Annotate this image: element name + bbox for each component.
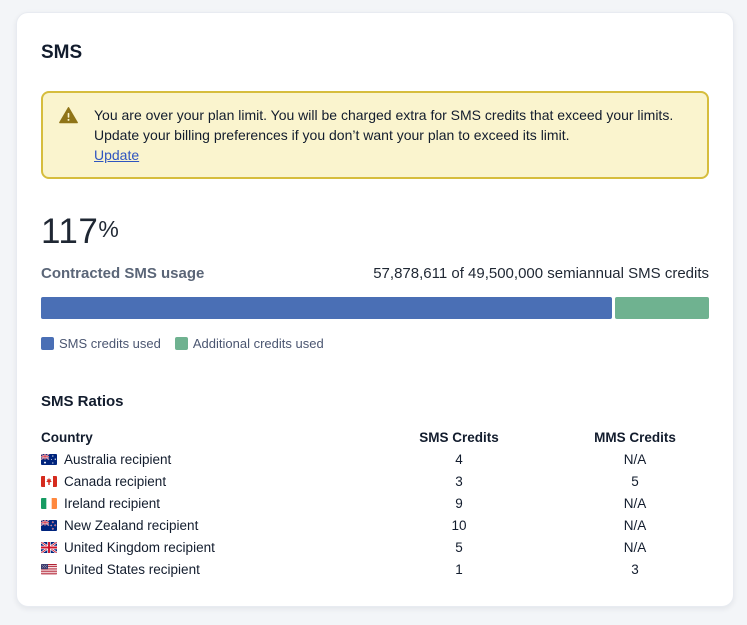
table-row: Ireland recipient 9 N/A [41, 492, 709, 514]
table-row: Canada recipient 3 5 [41, 470, 709, 492]
column-header-sms-credits: SMS Credits [357, 430, 561, 445]
flag-canada-icon [41, 476, 57, 487]
usage-percent-value: 117 [41, 212, 98, 251]
flag-new-zealand-icon [41, 520, 57, 531]
flag-australia-icon [41, 454, 57, 465]
mms-credits-value: N/A [561, 540, 709, 555]
bar-used [41, 297, 612, 319]
flag-united-states-icon [41, 564, 57, 575]
table-row: New Zealand recipient 10 N/A [41, 514, 709, 536]
column-header-country: Country [41, 430, 357, 445]
country-label: Canada recipient [64, 474, 166, 489]
table-row: United Kingdom recipient 5 N/A [41, 536, 709, 558]
alert-text: You are over your plan limit. You will b… [94, 105, 691, 145]
legend-item-additional-credits: Additional credits used [175, 336, 324, 351]
mms-credits-value: N/A [561, 518, 709, 533]
sms-credits-value: 5 [357, 540, 561, 555]
warning-triangle-icon [59, 106, 78, 130]
ratios-title: SMS Ratios [41, 393, 709, 410]
update-link[interactable]: Update [94, 145, 139, 165]
usage-detail: 57,878,611 of 49,500,000 semiannual SMS … [373, 265, 709, 282]
plan-limit-alert: You are over your plan limit. You will b… [41, 91, 709, 179]
country-label: United States recipient [64, 562, 200, 577]
mms-credits-value: 3 [561, 562, 709, 577]
usage-summary-row: Contracted SMS usage 57,878,611 of 49,50… [41, 265, 709, 282]
page-title: SMS [41, 41, 709, 65]
country-label: Ireland recipient [64, 496, 160, 511]
sms-credits-value: 9 [357, 496, 561, 511]
legend-swatch [41, 337, 54, 350]
sms-ratios-table: Country SMS Credits MMS Credits [41, 426, 709, 580]
country-label: New Zealand recipient [64, 518, 198, 533]
sms-credits-value: 10 [357, 518, 561, 533]
table-header-row: Country SMS Credits MMS Credits [41, 426, 709, 448]
usage-label: Contracted SMS usage [41, 265, 204, 282]
legend-swatch [175, 337, 188, 350]
country-label: Australia recipient [64, 452, 171, 467]
mms-credits-value: N/A [561, 496, 709, 511]
legend-label: Additional credits used [193, 336, 324, 351]
mms-credits-value: 5 [561, 474, 709, 489]
usage-progress-bar [41, 297, 709, 319]
usage-percent-metric: 117% [41, 209, 709, 259]
percent-sign-label: % [98, 216, 118, 242]
usage-legend: SMS credits used Additional credits used [41, 336, 709, 351]
flag-united-kingdom-icon [41, 542, 57, 553]
sms-credits-value: 1 [357, 562, 561, 577]
column-header-mms-credits: MMS Credits [561, 430, 709, 445]
table-row: Australia recipient 4 N/A [41, 448, 709, 470]
sms-credits-value: 3 [357, 474, 561, 489]
bar-additional [615, 297, 709, 319]
mms-credits-value: N/A [561, 452, 709, 467]
flag-ireland-icon [41, 498, 57, 509]
country-label: United Kingdom recipient [64, 540, 215, 555]
sms-credits-value: 4 [357, 452, 561, 467]
legend-label: SMS credits used [59, 336, 161, 351]
table-row: United States recipient 1 3 [41, 558, 709, 580]
legend-item-sms-credits: SMS credits used [41, 336, 161, 351]
sms-usage-card: SMS You are over your plan limit. You wi… [16, 12, 734, 607]
